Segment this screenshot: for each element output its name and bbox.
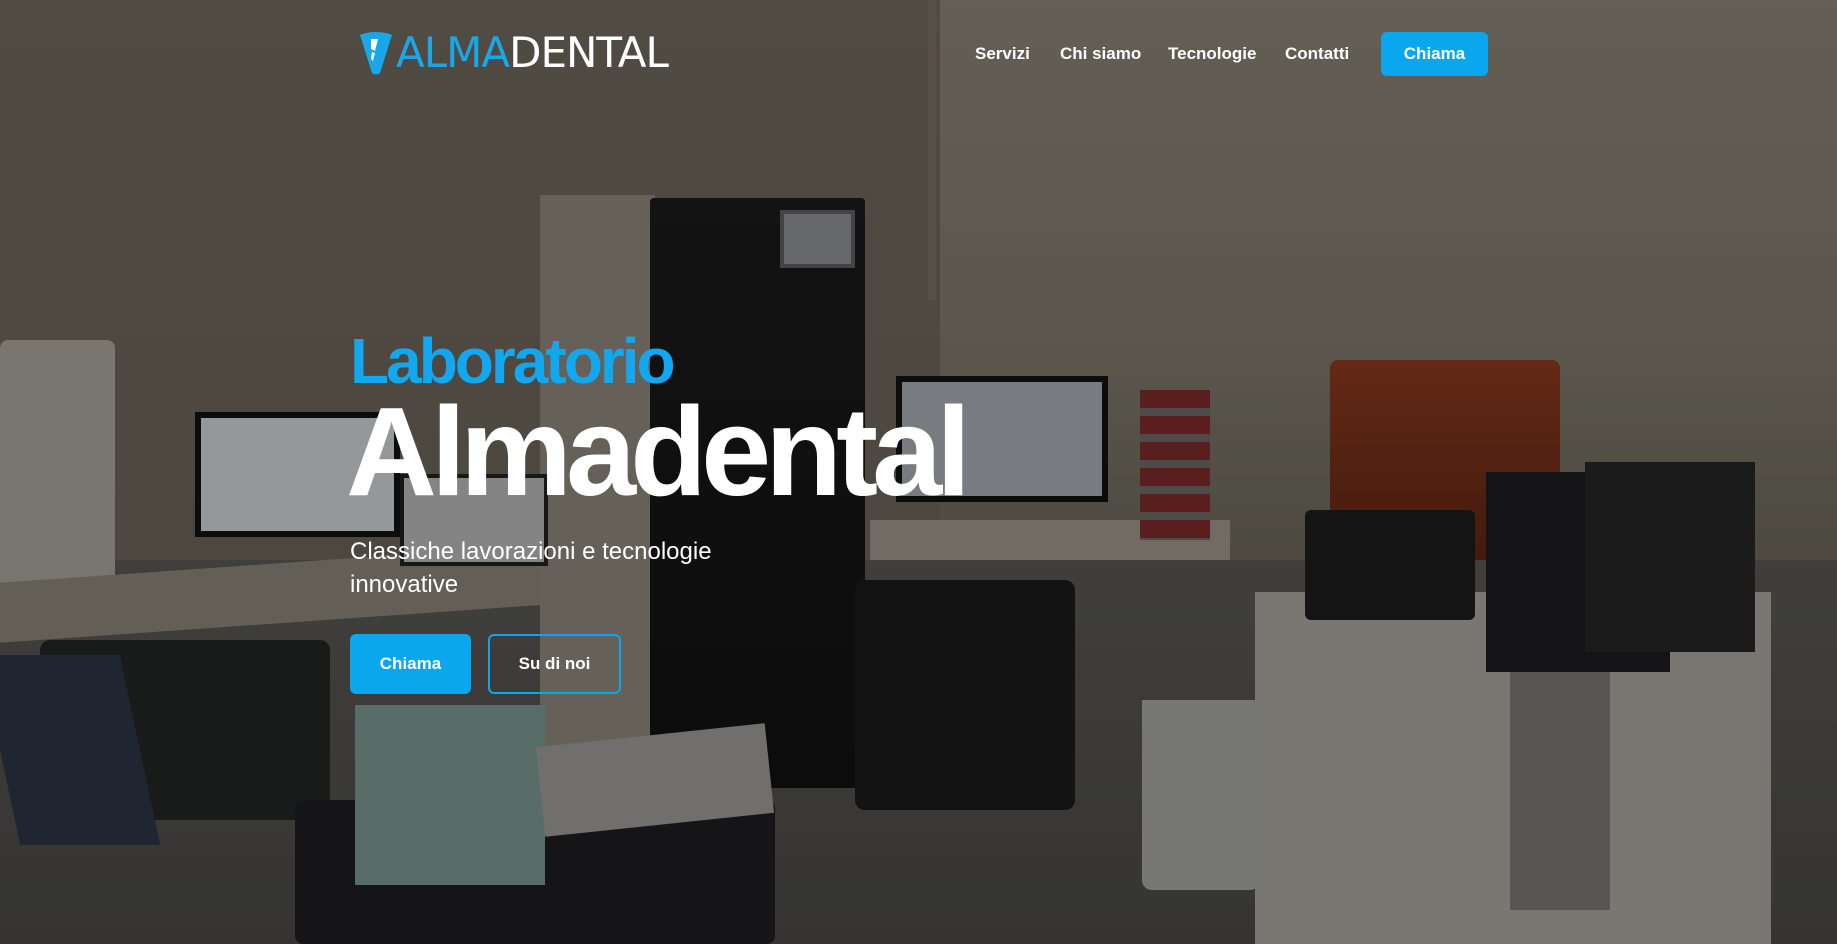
- hero-section: ALMADENTAL Servizi Chi siamo Tecnologie …: [0, 0, 1837, 944]
- hero-subtitle: Classiche lavorazioni e tecnologie innov…: [350, 538, 712, 598]
- site-header: ALMADENTAL Servizi Chi siamo Tecnologie …: [0, 0, 1837, 110]
- nav-call-button[interactable]: Chiama: [1381, 32, 1488, 76]
- nav-link-chi-siamo[interactable]: Chi siamo: [1060, 44, 1141, 64]
- nav-link-servizi[interactable]: Servizi: [975, 44, 1030, 64]
- tooth-icon: [360, 32, 392, 75]
- site-logo[interactable]: ALMADENTAL: [358, 28, 669, 77]
- nav-link-tecnologie[interactable]: Tecnologie: [1168, 44, 1256, 64]
- logo-wordmark-part1: ALMA: [396, 28, 510, 77]
- nav-link-contatti[interactable]: Contatti: [1285, 44, 1349, 64]
- hero-title: Almadental: [346, 381, 971, 522]
- about-us-button[interactable]: Su di noi: [488, 634, 621, 694]
- logo-wordmark-part2: DENTAL: [509, 28, 669, 77]
- logo-wordmark: ALMADENTAL: [396, 28, 669, 77]
- call-button[interactable]: Chiama: [350, 634, 471, 694]
